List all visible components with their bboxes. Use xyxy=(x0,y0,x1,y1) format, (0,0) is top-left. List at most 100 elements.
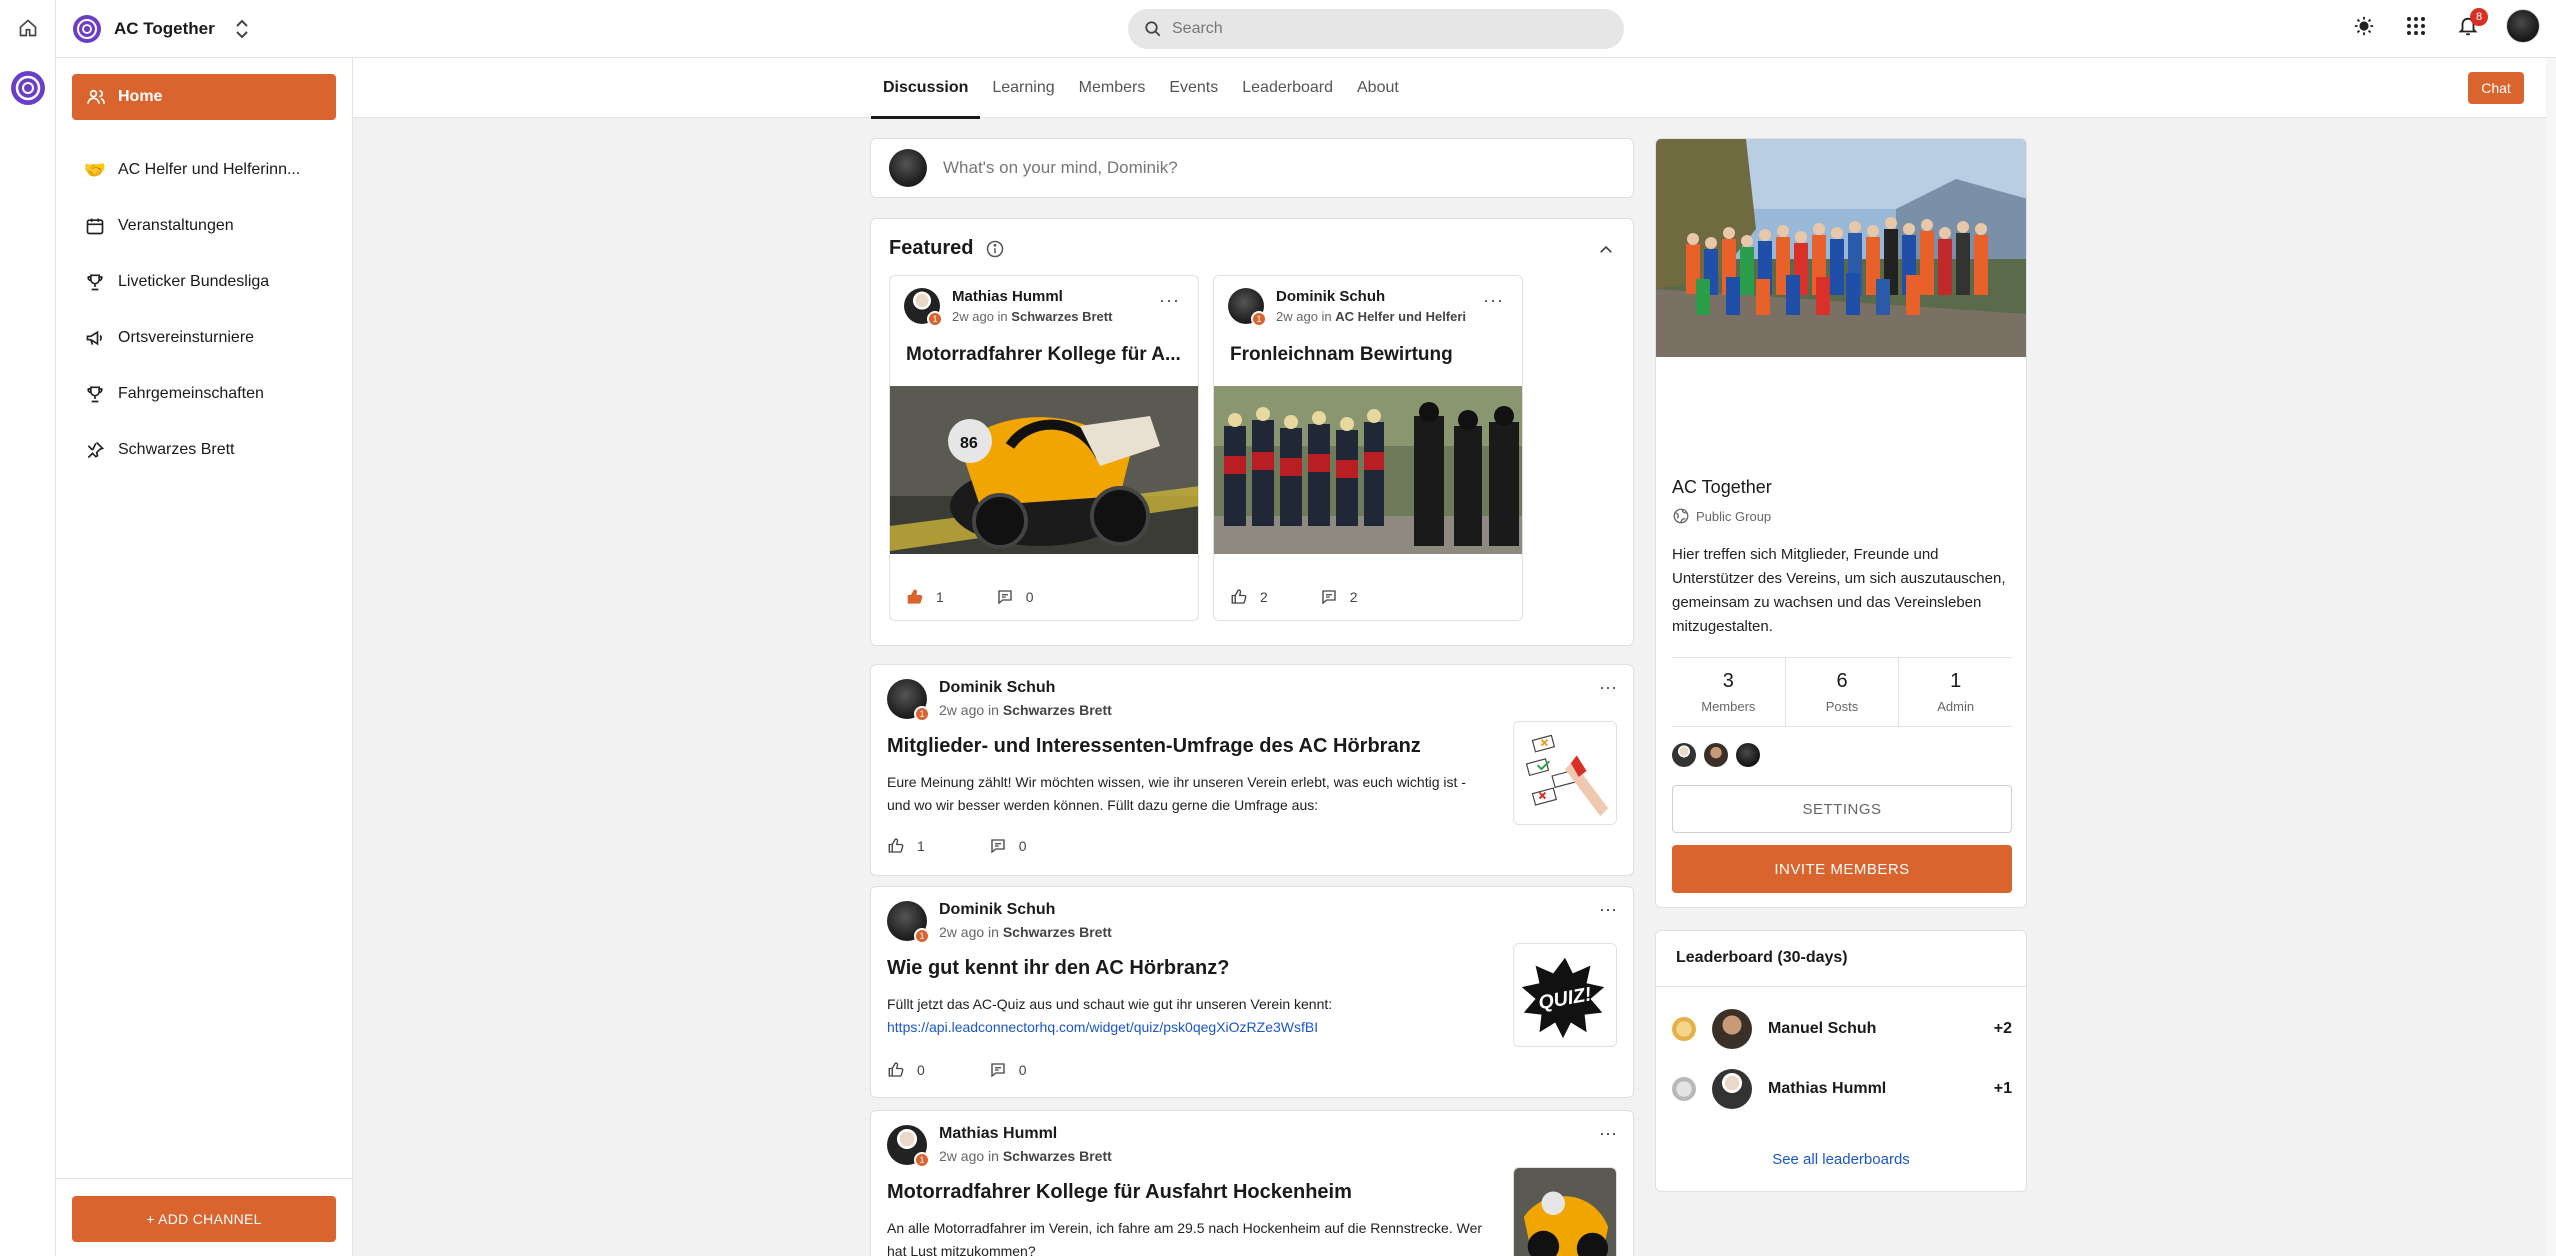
member-avatar[interactable] xyxy=(1704,743,1728,767)
post-thumbnail[interactable] xyxy=(1513,1167,1617,1256)
sidebar-item-ac-helfer[interactable]: 🤝 AC Helfer und Helferinn... xyxy=(72,142,336,198)
channel-link[interactable]: Schwarzes Brett xyxy=(1003,702,1112,718)
author-name[interactable]: Mathias Humml xyxy=(939,1125,1112,1143)
more-options-icon[interactable]: ··· xyxy=(1599,677,1617,698)
stat-admin[interactable]: 1 Admin xyxy=(1899,658,2012,726)
post-card[interactable]: 1 Dominik Schuh 2w ago in Schwarzes Bret… xyxy=(870,886,1634,1098)
tab-members[interactable]: Members xyxy=(1067,58,1158,118)
post-card[interactable]: 1 Dominik Schuh 2w ago in Schwarzes Bret… xyxy=(870,664,1634,876)
leaderboard-row[interactable]: Manuel Schuh +2 xyxy=(1672,1007,2012,1051)
stat-posts[interactable]: 6 Posts xyxy=(1786,658,1900,726)
chevron-up-icon[interactable] xyxy=(1597,241,1615,259)
sidebar-item-home[interactable]: Home xyxy=(72,74,336,120)
post-meta: 2w ago in AC Helfer und Helferi xyxy=(1276,309,1467,324)
chat-button[interactable]: Chat xyxy=(2468,72,2524,104)
author-name[interactable]: Mathias Humml xyxy=(952,288,1112,305)
channel-link[interactable]: AC Helfer und Helferi xyxy=(1335,309,1466,324)
search-icon xyxy=(1145,21,1161,37)
tab-events[interactable]: Events xyxy=(1157,58,1230,118)
group-stats: 3 Members 6 Posts 1 Admin xyxy=(1672,657,2012,727)
comment-icon[interactable] xyxy=(1320,588,1338,606)
thumbs-up-icon[interactable] xyxy=(906,588,924,606)
app-rail xyxy=(0,0,56,1256)
stat-members[interactable]: 3 Members xyxy=(1672,658,1786,726)
user-avatar[interactable] xyxy=(2506,9,2540,43)
more-options-icon[interactable]: ··· xyxy=(1599,899,1617,920)
post-header: 1 Dominik Schuh 2w ago in AC Helfer und … xyxy=(1228,288,1467,327)
sidebar-item-label: Fahrgemeinschaften xyxy=(118,385,264,402)
post-title[interactable]: Wie gut kennt ihr den AC Hörbranz? xyxy=(887,957,1229,980)
top-bar: AC Together 8 xyxy=(56,0,2556,58)
sidebar-item-schwarzes-brett[interactable]: Schwarzes Brett xyxy=(72,422,336,478)
tab-learning[interactable]: Learning xyxy=(980,58,1066,118)
tab-discussion[interactable]: Discussion xyxy=(871,58,981,119)
thumbs-up-icon[interactable] xyxy=(887,1061,905,1079)
group-logo-icon[interactable] xyxy=(10,70,46,106)
composer-avatar xyxy=(889,149,927,187)
silver-medal-icon xyxy=(1672,1077,1696,1101)
page-scrollbar[interactable] xyxy=(2546,58,2556,1256)
post-composer[interactable]: What's on your mind, Dominik? xyxy=(870,138,1634,198)
sidebar-item-veranstaltungen[interactable]: Veranstaltungen xyxy=(72,198,336,254)
author-name[interactable]: Dominik Schuh xyxy=(939,679,1112,697)
author-name[interactable]: Dominik Schuh xyxy=(939,901,1112,919)
leaderboard-row[interactable]: Mathias Humml +1 xyxy=(1672,1067,2012,1111)
post-title[interactable]: Fronleichnam Bewirtung xyxy=(1230,344,1512,366)
author-avatar[interactable]: 1 xyxy=(904,288,943,327)
comment-icon[interactable] xyxy=(996,588,1014,606)
author-avatar[interactable]: 1 xyxy=(887,679,930,722)
channel-link[interactable]: Schwarzes Brett xyxy=(1003,1148,1112,1164)
member-avatar[interactable] xyxy=(1736,743,1760,767)
channel-link[interactable]: Schwarzes Brett xyxy=(1003,924,1112,940)
post-card[interactable]: 1 Mathias Humml 2w ago in Schwarzes Bret… xyxy=(870,1110,1634,1256)
group-info-card: AC Together Public Group Hier treffen si… xyxy=(1655,138,2027,908)
post-image[interactable]: 86 xyxy=(890,386,1199,554)
comment-icon[interactable] xyxy=(989,1061,1007,1079)
sidebar-item-fahrgemeinschaften[interactable]: Fahrgemeinschaften xyxy=(72,366,336,422)
featured-post-card[interactable]: 1 Mathias Humml 2w ago in Schwarzes Bret… xyxy=(889,275,1199,621)
info-icon[interactable] xyxy=(985,239,1005,259)
invite-members-button[interactable]: INVITE MEMBERS xyxy=(1672,845,2012,893)
post-title[interactable]: Motorradfahrer Kollege für A... xyxy=(906,344,1188,366)
thumbs-up-icon[interactable] xyxy=(1230,588,1248,606)
author-avatar[interactable]: 1 xyxy=(1228,288,1267,327)
post-header: 1 Mathias Humml 2w ago in Schwarzes Bret… xyxy=(904,288,1112,327)
post-title[interactable]: Motorradfahrer Kollege für Ausfahrt Hock… xyxy=(887,1181,1352,1204)
author-avatar[interactable]: 1 xyxy=(887,901,930,944)
tab-row: Discussion Learning Members Events Leade… xyxy=(871,58,1411,119)
top-right-icons: 8 xyxy=(2350,8,2540,43)
group-switcher[interactable]: AC Together xyxy=(72,14,251,44)
member-avatar[interactable] xyxy=(1672,743,1696,767)
post-thumbnail[interactable] xyxy=(1513,721,1617,825)
tab-about[interactable]: About xyxy=(1345,58,1411,118)
quiz-link[interactable]: https://api.leadconnectorhq.com/widget/q… xyxy=(887,1019,1318,1035)
theme-toggle-icon[interactable] xyxy=(2350,12,2378,40)
add-channel-button[interactable]: + ADD CHANNEL xyxy=(72,1196,336,1242)
author-avatar[interactable]: 1 xyxy=(887,1125,930,1168)
tab-leaderboard[interactable]: Leaderboard xyxy=(1230,58,1345,118)
search-input[interactable] xyxy=(1172,20,1592,38)
sidebar-item-ortsvereinsturniere[interactable]: Ortsvereinsturniere xyxy=(72,310,336,366)
search-bar[interactable] xyxy=(1128,9,1624,49)
featured-post-card[interactable]: 1 Dominik Schuh 2w ago in AC Helfer und … xyxy=(1213,275,1523,621)
post-meta: 2w ago in Schwarzes Brett xyxy=(939,702,1112,718)
author-name[interactable]: Dominik Schuh xyxy=(1276,288,1466,305)
quiz-thumbnail[interactable]: QUIZ! xyxy=(1513,943,1617,1047)
sidebar-item-label: Home xyxy=(118,88,163,105)
post-title[interactable]: Mitglieder- und Interessenten-Umfrage de… xyxy=(887,735,1421,758)
home-icon[interactable] xyxy=(14,14,42,42)
thumbs-up-icon[interactable] xyxy=(887,837,905,855)
settings-button[interactable]: SETTINGS xyxy=(1672,785,2012,833)
notifications-bell-icon[interactable]: 8 xyxy=(2454,8,2488,40)
channel-link[interactable]: Schwarzes Brett xyxy=(1011,309,1112,324)
more-options-icon[interactable]: ··· xyxy=(1159,290,1180,311)
more-options-icon[interactable]: ··· xyxy=(1599,1123,1617,1144)
member-avatar xyxy=(1712,1069,1752,1109)
apps-grid-icon[interactable] xyxy=(2402,12,2430,40)
sidebar-item-liveticker[interactable]: Liveticker Bundesliga xyxy=(72,254,336,310)
post-image[interactable] xyxy=(1214,386,1523,554)
see-all-leaderboards-link[interactable]: See all leaderboards xyxy=(1656,1151,2026,1168)
pin-icon xyxy=(84,439,106,461)
comment-icon[interactable] xyxy=(989,837,1007,855)
more-options-icon[interactable]: ··· xyxy=(1483,290,1504,311)
